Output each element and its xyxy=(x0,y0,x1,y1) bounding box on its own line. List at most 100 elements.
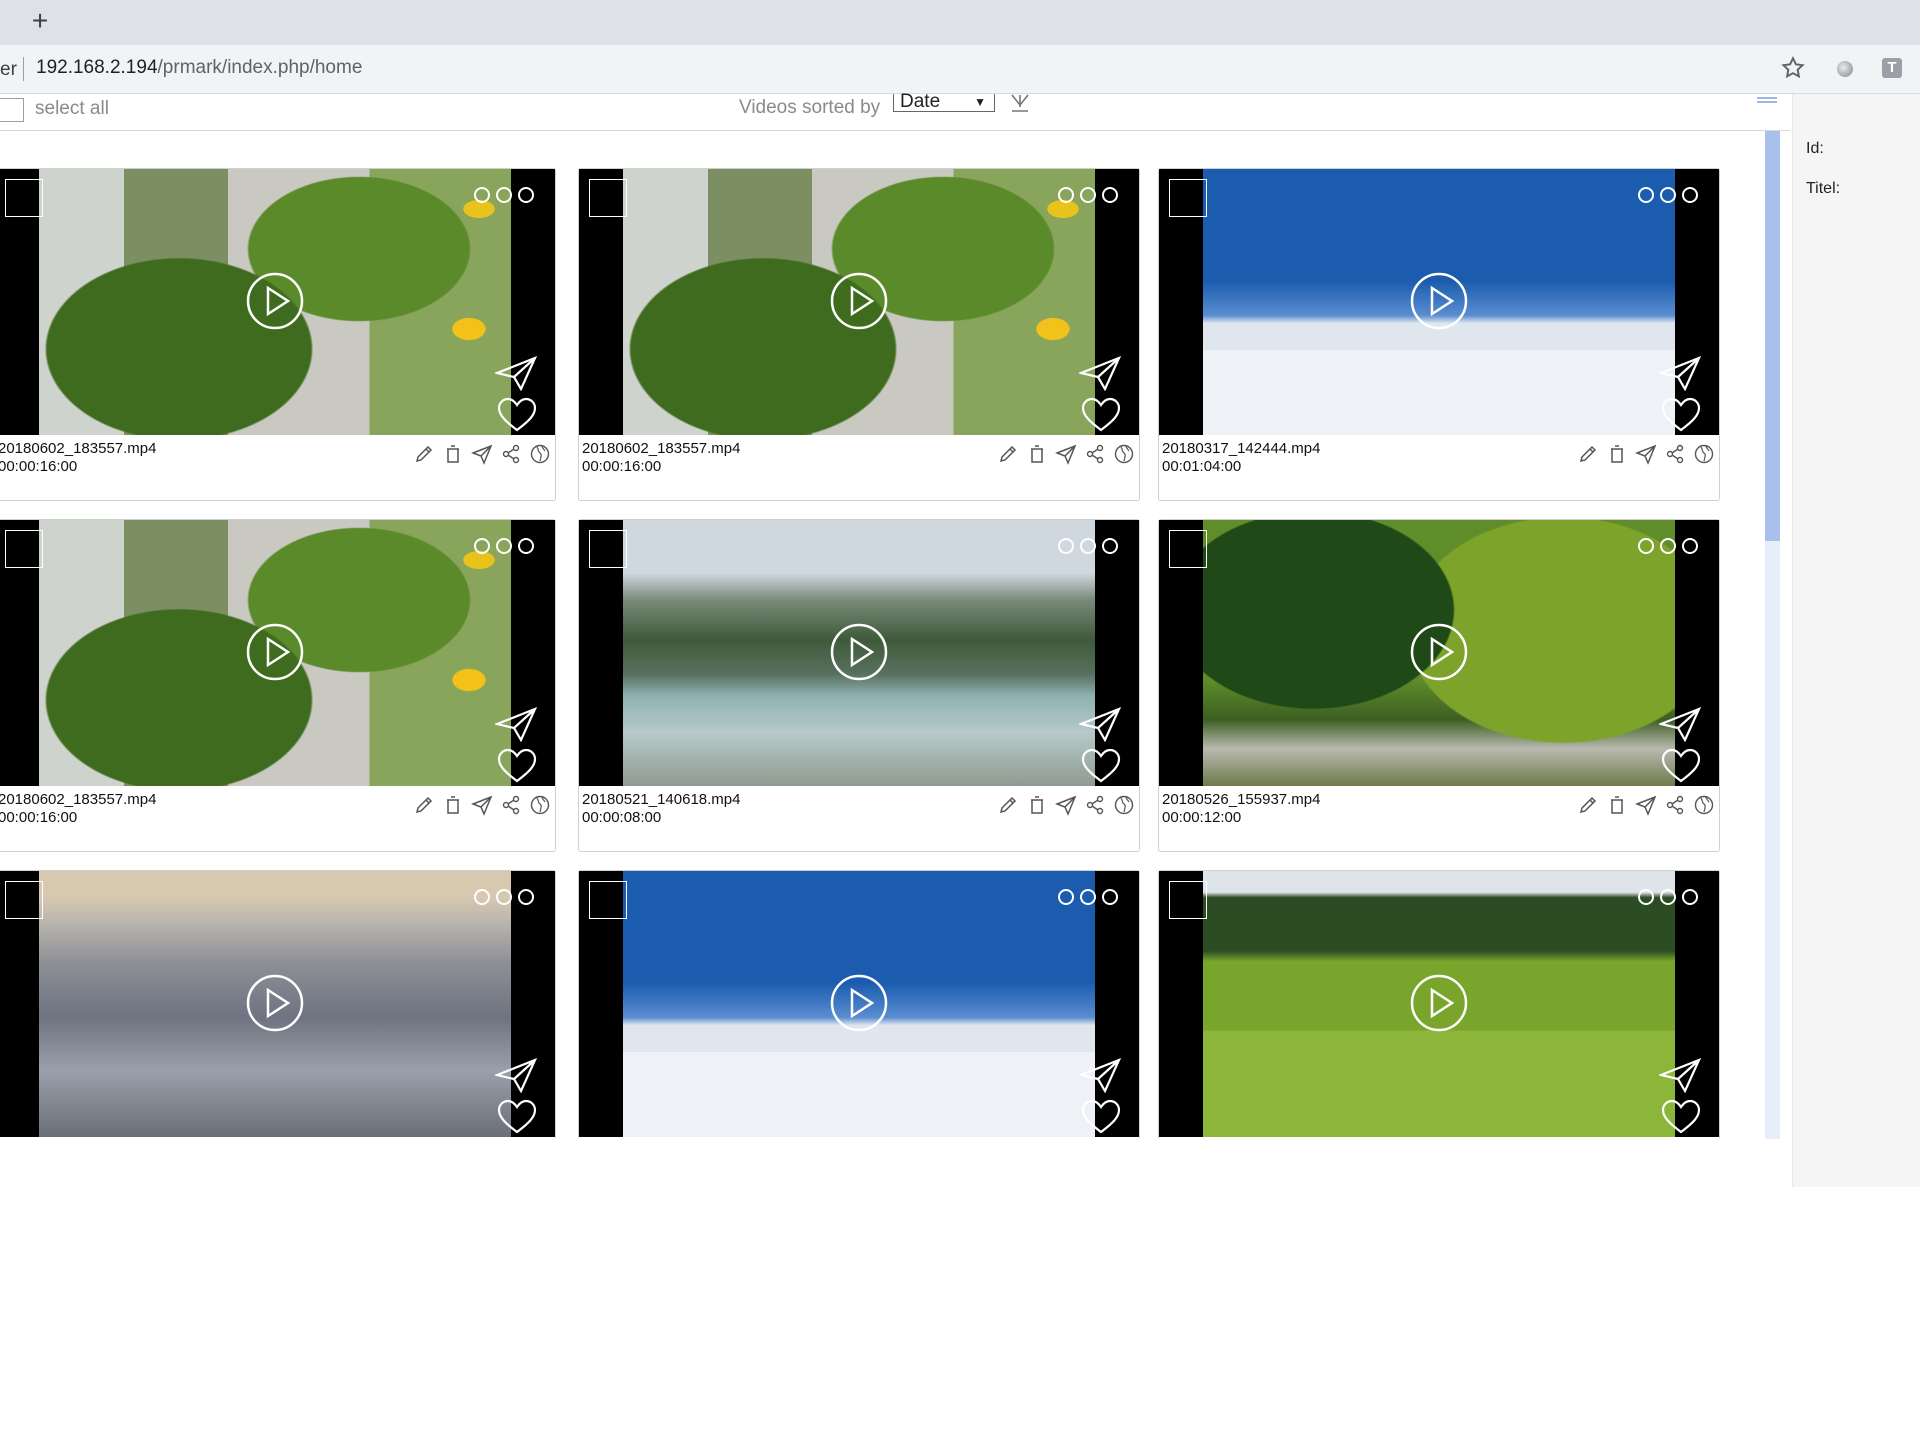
play-icon[interactable] xyxy=(1409,973,1469,1033)
trash-icon[interactable] xyxy=(1026,443,1048,465)
share-icon[interactable] xyxy=(500,794,522,816)
sort-select[interactable]: Date ▼ xyxy=(893,92,995,112)
send-icon[interactable] xyxy=(1079,355,1121,391)
send-icon[interactable] xyxy=(495,706,537,742)
video-card[interactable] xyxy=(0,870,556,1138)
trash-icon[interactable] xyxy=(442,794,464,816)
new-tab-button[interactable]: + xyxy=(28,7,52,35)
send-icon[interactable] xyxy=(1659,355,1701,391)
more-dots-icon[interactable] xyxy=(1057,887,1119,907)
heart-icon[interactable] xyxy=(1661,748,1701,784)
bookmark-star-icon[interactable] xyxy=(1780,55,1806,81)
send-icon[interactable] xyxy=(1079,1057,1121,1093)
heart-icon[interactable] xyxy=(1081,397,1121,433)
select-checkbox[interactable] xyxy=(5,881,43,919)
select-checkbox[interactable] xyxy=(5,530,43,568)
select-checkbox[interactable] xyxy=(1169,179,1207,217)
pencil-icon[interactable] xyxy=(413,794,435,816)
video-card[interactable]: 20180317_142444.mp4 00:01:04:00 xyxy=(1158,168,1720,501)
send-icon[interactable] xyxy=(1079,706,1121,742)
play-icon[interactable] xyxy=(245,271,305,331)
play-icon[interactable] xyxy=(245,622,305,682)
play-icon[interactable] xyxy=(245,973,305,1033)
send-icon[interactable] xyxy=(1055,794,1077,816)
more-dots-icon[interactable] xyxy=(1057,536,1119,556)
heart-icon[interactable] xyxy=(1081,748,1121,784)
pencil-icon[interactable] xyxy=(1577,443,1599,465)
more-dots-icon[interactable] xyxy=(1637,887,1699,907)
video-card[interactable]: 20180521_140618.mp4 00:00:08:00 xyxy=(578,519,1140,852)
globe-icon[interactable] xyxy=(529,443,551,465)
pencil-icon[interactable] xyxy=(413,443,435,465)
more-dots-icon[interactable] xyxy=(473,887,535,907)
send-icon[interactable] xyxy=(1635,443,1657,465)
select-checkbox[interactable] xyxy=(5,179,43,217)
video-thumbnail[interactable] xyxy=(1159,169,1719,435)
video-card[interactable]: 20180526_155937.mp4 00:00:12:00 xyxy=(1158,519,1720,852)
video-card[interactable] xyxy=(1158,870,1720,1138)
trash-icon[interactable] xyxy=(1026,794,1048,816)
send-icon[interactable] xyxy=(471,794,493,816)
globe-icon[interactable] xyxy=(529,794,551,816)
globe-icon[interactable] xyxy=(1693,443,1715,465)
trash-icon[interactable] xyxy=(1606,443,1628,465)
trash-icon[interactable] xyxy=(442,443,464,465)
send-icon[interactable] xyxy=(495,355,537,391)
send-icon[interactable] xyxy=(1659,1057,1701,1093)
extension-t-icon[interactable]: T xyxy=(1882,58,1902,78)
video-card[interactable]: 20180602_183557.mp4 00:00:16:00 xyxy=(0,519,556,852)
select-checkbox[interactable] xyxy=(589,179,627,217)
video-card[interactable]: 20180602_183557.mp4 00:00:16:00 xyxy=(578,168,1140,501)
globe-icon[interactable] xyxy=(1113,794,1135,816)
play-icon[interactable] xyxy=(829,973,889,1033)
heart-icon[interactable] xyxy=(497,1099,537,1135)
pencil-icon[interactable] xyxy=(997,794,1019,816)
share-icon[interactable] xyxy=(1664,443,1686,465)
video-thumbnail[interactable] xyxy=(0,871,555,1137)
send-icon[interactable] xyxy=(471,443,493,465)
list-view-icon[interactable] xyxy=(1755,94,1779,104)
video-thumbnail[interactable] xyxy=(1159,871,1719,1137)
video-thumbnail[interactable] xyxy=(579,169,1139,435)
video-thumbnail[interactable] xyxy=(579,871,1139,1137)
share-icon[interactable] xyxy=(1084,443,1106,465)
heart-icon[interactable] xyxy=(1081,1099,1121,1135)
heart-icon[interactable] xyxy=(497,397,537,433)
play-icon[interactable] xyxy=(829,271,889,331)
play-icon[interactable] xyxy=(1409,622,1469,682)
select-checkbox[interactable] xyxy=(1169,530,1207,568)
video-thumbnail[interactable] xyxy=(0,520,555,786)
more-dots-icon[interactable] xyxy=(473,185,535,205)
grid-scrollbar-thumb[interactable] xyxy=(1765,131,1780,541)
more-dots-icon[interactable] xyxy=(1637,536,1699,556)
video-thumbnail[interactable] xyxy=(0,169,555,435)
select-checkbox[interactable] xyxy=(589,881,627,919)
send-icon[interactable] xyxy=(1635,794,1657,816)
send-icon[interactable] xyxy=(1055,443,1077,465)
more-dots-icon[interactable] xyxy=(1057,185,1119,205)
pencil-icon[interactable] xyxy=(997,443,1019,465)
select-all-checkbox[interactable] xyxy=(0,98,24,122)
video-card[interactable]: 20180602_183557.mp4 00:00:16:00 xyxy=(0,168,556,501)
more-dots-icon[interactable] xyxy=(473,536,535,556)
share-icon[interactable] xyxy=(500,443,522,465)
play-icon[interactable] xyxy=(829,622,889,682)
video-thumbnail[interactable] xyxy=(579,520,1139,786)
heart-icon[interactable] xyxy=(497,748,537,784)
sort-direction-icon[interactable] xyxy=(1009,92,1031,114)
trash-icon[interactable] xyxy=(1606,794,1628,816)
video-thumbnail[interactable] xyxy=(1159,520,1719,786)
globe-icon[interactable] xyxy=(1693,794,1715,816)
share-icon[interactable] xyxy=(1084,794,1106,816)
share-icon[interactable] xyxy=(1664,794,1686,816)
more-dots-icon[interactable] xyxy=(1637,185,1699,205)
globe-icon[interactable] xyxy=(1113,443,1135,465)
play-icon[interactable] xyxy=(1409,271,1469,331)
select-checkbox[interactable] xyxy=(1169,881,1207,919)
send-icon[interactable] xyxy=(495,1057,537,1093)
send-icon[interactable] xyxy=(1659,706,1701,742)
pencil-icon[interactable] xyxy=(1577,794,1599,816)
video-card[interactable] xyxy=(578,870,1140,1138)
address-bar[interactable]: 192.168.2.194/prmark/index.php/home xyxy=(36,57,362,79)
select-checkbox[interactable] xyxy=(589,530,627,568)
